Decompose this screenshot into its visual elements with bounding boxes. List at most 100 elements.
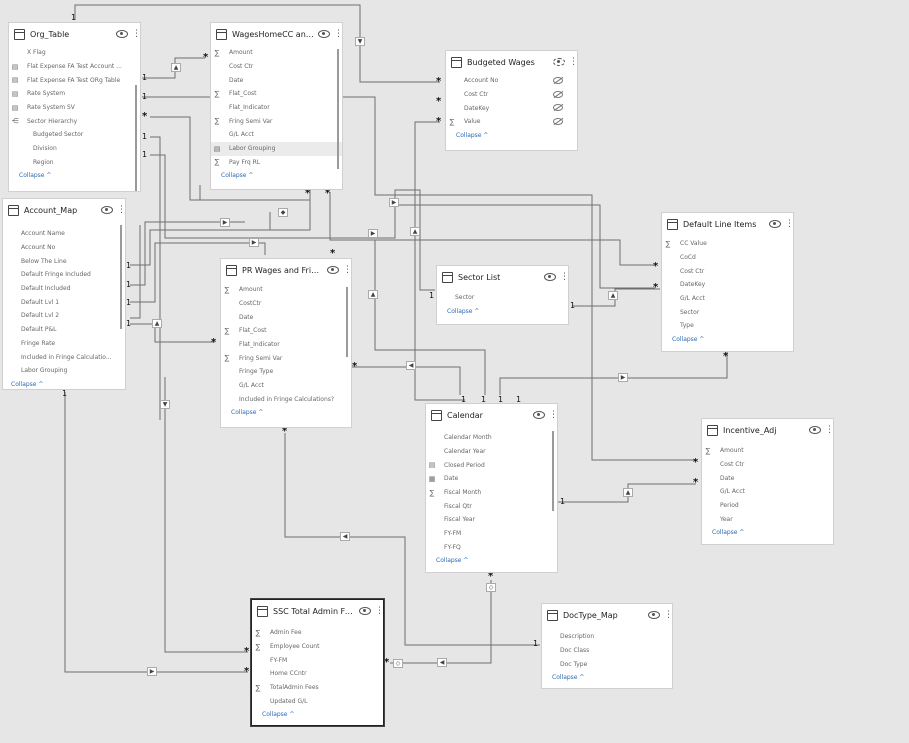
scrollbar[interactable] (135, 85, 137, 191)
field-row[interactable]: Cost Ctr (702, 458, 833, 472)
scrollbar[interactable] (552, 431, 554, 511)
field-row[interactable]: Home CCntr (252, 667, 383, 681)
filter-direction-arrow[interactable]: ▶ (389, 198, 399, 207)
collapse-button[interactable]: Collapse ^ (446, 129, 577, 143)
field-row[interactable]: Account No (446, 74, 577, 88)
field-row[interactable]: ∑ Value (446, 115, 577, 129)
field-row[interactable]: Period (702, 499, 833, 513)
field-row[interactable]: ∑ TotalAdmin Fees (252, 681, 383, 695)
field-row[interactable]: Default Fringe Included (3, 268, 125, 282)
field-row[interactable]: Cost Ctr (662, 264, 793, 278)
more-icon[interactable]: ⋮ (117, 205, 125, 215)
more-icon[interactable]: ⋮ (343, 265, 351, 275)
filter-direction-arrow[interactable]: ▲ (368, 290, 378, 299)
field-row[interactable]: Default Lvl 1 (3, 295, 125, 309)
table-card-org-table[interactable]: Org_Table ⋮ X Flag ▤ Flat Expense FA Test… (8, 22, 141, 192)
field-row[interactable]: Region (9, 156, 140, 170)
hidden-eye-icon[interactable] (553, 58, 565, 66)
field-row[interactable]: ▤ Closed Period (426, 458, 557, 472)
field-row[interactable]: Updated G/L (252, 694, 383, 708)
more-icon[interactable]: ⋮ (664, 610, 672, 620)
eye-icon[interactable] (809, 426, 821, 434)
field-row[interactable]: Default Lvl 2 (3, 309, 125, 323)
collapse-button[interactable]: Collapse ^ (221, 406, 351, 420)
collapse-button[interactable]: Collapse ^ (211, 169, 342, 183)
field-row[interactable]: ∑ Flat_Cost (211, 87, 342, 101)
field-row[interactable]: CostCtr (221, 297, 351, 311)
field-row[interactable]: ▤ Flat Expense FA Test ORg Table (9, 73, 140, 87)
table-card-incentive-adj[interactable]: Incentive_Adj ⋮ ∑ Amount Cost Ctr Date G/… (701, 418, 834, 545)
scrollbar[interactable] (346, 287, 348, 357)
filter-direction-arrow[interactable]: ▲ (410, 227, 420, 236)
field-row[interactable]: FY-FM (426, 527, 557, 541)
field-row[interactable]: ∑ Flat_Cost (221, 324, 351, 338)
collapse-button[interactable]: Collapse ^ (252, 708, 383, 722)
field-row[interactable]: Budgeted Sector (9, 128, 140, 142)
field-row[interactable]: Cost Ctr (446, 88, 577, 102)
more-icon[interactable]: ⋮ (825, 425, 833, 435)
field-row[interactable]: ▤ Rate System SV (9, 101, 140, 115)
field-row[interactable]: Flat_Indicator (211, 101, 342, 115)
field-row[interactable]: Account Name (3, 227, 125, 241)
scrollbar[interactable] (337, 49, 339, 169)
field-row[interactable]: Account No (3, 241, 125, 255)
eye-icon[interactable] (359, 607, 371, 615)
field-row[interactable]: Fiscal Year (426, 513, 557, 527)
field-row[interactable]: Flat_Indicator (221, 338, 351, 352)
field-row[interactable]: ∑ CC Value (662, 237, 793, 251)
scrollbar[interactable] (120, 225, 122, 329)
field-row[interactable]: X Flag (9, 46, 140, 60)
field-row[interactable]: ∑ Employee Count (252, 640, 383, 654)
field-row[interactable]: Date (221, 310, 351, 324)
field-row[interactable]: Year (702, 512, 833, 526)
field-row[interactable]: ∑ Fiscal Month (426, 486, 557, 500)
field-row[interactable]: Date (211, 73, 342, 87)
more-icon[interactable]: ⋮ (549, 410, 557, 420)
eye-icon[interactable] (318, 30, 330, 38)
eye-icon[interactable] (327, 266, 339, 274)
filter-direction-arrow[interactable]: ▶ (618, 373, 628, 382)
eye-icon[interactable] (648, 611, 660, 619)
field-row[interactable]: Included in Fringe Calculatio... (3, 350, 125, 364)
field-row[interactable]: Included in Fringe Calculations? (221, 393, 351, 407)
field-row[interactable]: ⋲ Sector Hierarchy (9, 114, 140, 128)
table-card-budgeted-wages[interactable]: Budgeted Wages ⋮ Account No Cost Ctr Dat… (445, 50, 578, 151)
field-row[interactable]: G/L Acct (662, 292, 793, 306)
field-row[interactable]: ∑ Admin Fee (252, 626, 383, 640)
field-row[interactable]: Fringe Type (221, 365, 351, 379)
filter-direction-arrow[interactable]: ▲ (171, 63, 181, 72)
filter-direction-arrow[interactable]: ◀ (406, 361, 416, 370)
table-card-account-map[interactable]: Account_Map ⋮ Account Name Account No Be… (2, 198, 126, 390)
field-row[interactable]: ∑ Fring Semi Var (221, 351, 351, 365)
table-card-ssc-total-admin-fees[interactable]: SSC Total Admin Fees ⋮ ∑ Admin Fee ∑ Emplo… (251, 599, 384, 726)
filter-direction-arrow[interactable]: ▼ (160, 400, 170, 409)
eye-icon[interactable] (769, 220, 781, 228)
field-row[interactable]: ∑ Pay Frq RL (211, 156, 342, 170)
field-row[interactable]: Fiscal Qtr (426, 499, 557, 513)
more-icon[interactable]: ⋮ (375, 606, 383, 616)
field-row[interactable]: G/L Acct (221, 379, 351, 393)
field-row[interactable]: Type (662, 319, 793, 333)
field-row[interactable]: Description (542, 630, 672, 644)
field-row[interactable]: Calendar Month (426, 431, 557, 445)
table-card-pr-wages[interactable]: PR Wages and Fringe ... ⋮ ∑Amount CostCt… (220, 258, 352, 428)
field-row[interactable]: Division (9, 142, 140, 156)
field-row[interactable]: Cost Ctr (211, 60, 342, 74)
collapse-button[interactable]: Collapse ^ (542, 671, 672, 685)
field-row[interactable]: Sector (662, 305, 793, 319)
filter-direction-arrow[interactable]: ▶ (220, 218, 230, 227)
field-row[interactable]: ▤ Labor Grouping (211, 141, 342, 156)
eye-icon[interactable] (116, 30, 128, 38)
field-row[interactable]: Calendar Year (426, 445, 557, 459)
field-row[interactable]: ∑ Fring Semi Var (211, 114, 342, 128)
more-icon[interactable]: ⋮ (569, 57, 577, 67)
field-row[interactable]: ▤ Flat Expense FA Test Account ... (9, 60, 140, 74)
collapse-button[interactable]: Collapse ^ (3, 378, 125, 389)
table-card-sector-list[interactable]: Sector List ⋮ Sector Collapse ^ (436, 265, 569, 325)
filter-direction-arrow[interactable]: ▶ (249, 238, 259, 247)
field-row[interactable]: ∑ Amount (702, 444, 833, 458)
field-row[interactable]: Fringe Rate (3, 337, 125, 351)
table-card-doctype-map[interactable]: DocType_Map ⋮ Description Doc Class Doc … (541, 603, 673, 689)
field-row[interactable]: DateKey (662, 278, 793, 292)
field-row[interactable]: Doc Type (542, 657, 672, 671)
